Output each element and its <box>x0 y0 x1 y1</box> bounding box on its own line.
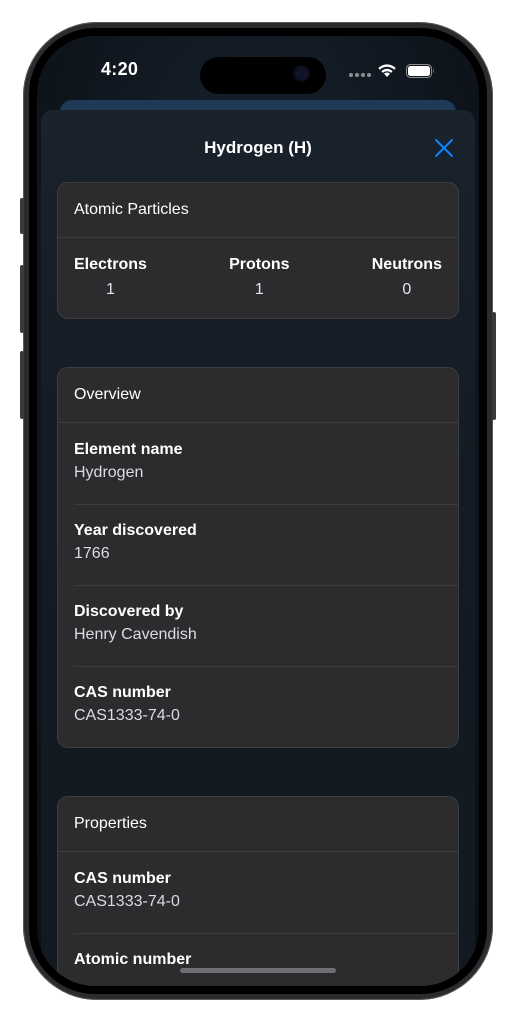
atomic-particles-card: Atomic Particles Electrons 1 Protons 1 N… <box>57 182 459 319</box>
particle-value: 0 <box>402 281 412 298</box>
properties-card: Properties CAS number CAS1333-74-0 Atomi… <box>57 796 459 986</box>
overview-row-element-name: Element name Hydrogen <box>58 423 458 504</box>
volume-up-button <box>20 265 24 333</box>
particle-value: 1 <box>254 281 264 298</box>
row-label: CAS number <box>74 870 171 887</box>
overview-header: Overview <box>58 368 458 423</box>
camera-icon <box>295 67 308 80</box>
particle-label: Protons <box>229 256 290 273</box>
row-label: Discovered by <box>74 603 184 620</box>
row-value: 1766 <box>74 545 110 562</box>
particle-value: 1 <box>106 281 115 298</box>
power-button <box>492 312 496 420</box>
properties-row-cas-number: CAS number CAS1333-74-0 <box>58 852 458 933</box>
row-value: Henry Cavendish <box>74 626 197 643</box>
wifi-icon <box>378 64 396 77</box>
particles-row: Electrons 1 Protons 1 Neutrons 0 <box>58 238 458 318</box>
properties-header: Properties <box>58 797 458 852</box>
particle-neutrons: Neutrons 0 <box>372 256 442 318</box>
home-indicator[interactable] <box>180 968 336 973</box>
row-value: CAS1333-74-0 <box>74 707 180 724</box>
sheet-title: Hydrogen (H) <box>204 138 312 157</box>
volume-down-button <box>20 351 24 419</box>
close-icon[interactable] <box>434 138 454 158</box>
properties-row-atomic-number: Atomic number <box>58 933 458 986</box>
overview-row-discovered-by: Discovered by Henry Cavendish <box>58 585 458 666</box>
row-value: Hydrogen <box>74 464 144 481</box>
status-bar: 4:20 <box>37 36 479 100</box>
status-time: 4:20 <box>101 59 139 79</box>
row-label: Element name <box>74 441 183 458</box>
overview-row-cas-number: CAS number CAS1333-74-0 <box>58 666 458 747</box>
screen: 4:20 Hydrogen (H) Atomic Particles Elect… <box>37 36 479 986</box>
battery-icon <box>406 64 434 78</box>
row-label: Atomic number <box>74 951 192 968</box>
particle-electrons: Electrons 1 <box>74 256 147 318</box>
overview-card: Overview Element name Hydrogen Year disc… <box>57 367 459 748</box>
row-label: Year discovered <box>74 522 197 539</box>
particle-protons: Protons 1 <box>229 256 289 318</box>
atomic-particles-header: Atomic Particles <box>58 183 458 238</box>
overview-row-year-discovered: Year discovered 1766 <box>58 504 458 585</box>
particle-label: Electrons <box>74 256 147 273</box>
row-value: CAS1333-74-0 <box>74 893 180 910</box>
element-detail-sheet: Hydrogen (H) Atomic Particles Electrons … <box>41 110 475 986</box>
signal-dots-icon <box>349 73 371 77</box>
action-button <box>20 198 24 234</box>
particle-label: Neutrons <box>371 256 442 273</box>
row-label: CAS number <box>74 684 171 701</box>
